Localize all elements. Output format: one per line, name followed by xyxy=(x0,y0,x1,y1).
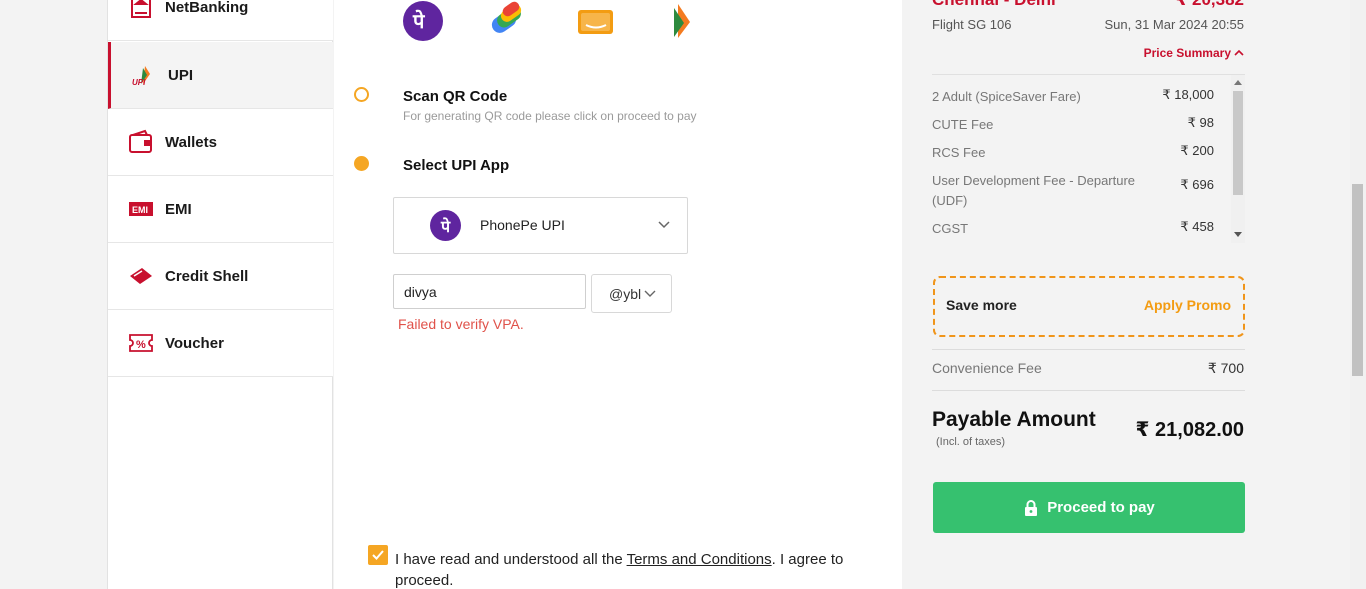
terms-prefix: I have read and understood all the xyxy=(395,551,627,568)
fare-row: CUTE Fee ₹ 98 xyxy=(932,115,1214,135)
fare-label: RCS Fee xyxy=(932,145,986,160)
svg-text:%: % xyxy=(136,339,146,351)
sidebar-item-credit-shell[interactable]: Credit Shell xyxy=(108,243,333,310)
chevron-up-icon xyxy=(1234,49,1244,56)
payable-amount-label: Payable Amount xyxy=(932,408,1096,431)
upi-handle-select[interactable]: @ybl xyxy=(591,274,672,313)
sidebar-item-label: UPI xyxy=(168,66,194,84)
payable-amount-note: (Incl. of taxes) xyxy=(936,436,1006,448)
convenience-fee-label: Convenience Fee xyxy=(932,360,1042,376)
voucher-icon: % xyxy=(128,330,154,356)
proceed-to-pay-label: Proceed to pay xyxy=(1047,499,1155,516)
fare-value: ₹ 696 xyxy=(1180,177,1214,192)
amazon-pay-icon[interactable] xyxy=(576,0,618,42)
proceed-to-pay-button[interactable]: Proceed to pay xyxy=(933,482,1245,533)
svg-text:पे: पे xyxy=(412,9,426,33)
upi-app-select[interactable]: पे PhonePe UPI xyxy=(393,197,688,254)
sidebar-item-emi[interactable]: EMI EMI xyxy=(108,176,333,243)
fare-scrollbar-thumb[interactable] xyxy=(1233,91,1243,195)
payable-amount-value: ₹ 21,082.00 xyxy=(1135,419,1244,441)
lock-icon xyxy=(1025,499,1038,516)
sidebar-item-upi[interactable]: UPI UPI xyxy=(108,42,333,109)
scan-qr-radio[interactable] xyxy=(354,87,369,102)
svg-text:UPI: UPI xyxy=(132,78,146,86)
page-scrollbar[interactable] xyxy=(1350,0,1366,589)
select-upi-app-title: Select UPI App xyxy=(403,157,510,174)
checkmark-icon xyxy=(372,550,384,560)
sidebar-item-label: NetBanking xyxy=(165,0,249,16)
fare-label: CGST xyxy=(932,221,969,236)
booking-summary: Chennai - Delhi ₹ 20,382 Flight SG 106 S… xyxy=(903,0,1350,589)
terms-link[interactable]: Terms and Conditions xyxy=(627,551,772,568)
fare-row: 2 Adult (SpiceSaver Fare) ₹ 18,000 xyxy=(932,87,1214,107)
credit-card-icon xyxy=(128,263,154,289)
trip-route: Chennai - Delhi xyxy=(932,0,1056,10)
promo-label: Save more xyxy=(946,297,1017,313)
sidebar-item-label: Credit Shell xyxy=(165,267,249,285)
phonepe-icon: पे xyxy=(430,210,461,241)
fare-label: CUTE Fee xyxy=(932,117,994,132)
bhim-icon[interactable] xyxy=(664,0,706,42)
scan-qr-title: Scan QR Code xyxy=(403,88,508,105)
divider xyxy=(932,390,1245,391)
promo-box: Save more Apply Promo xyxy=(933,276,1245,337)
fare-value: ₹ 458 xyxy=(1180,219,1214,234)
scan-qr-subtitle: For generating QR code please click on p… xyxy=(403,109,697,123)
sidebar-item-wallets[interactable]: Wallets xyxy=(108,109,333,176)
vpa-error-message: Failed to verify VPA. xyxy=(398,316,524,332)
fare-breakdown: 2 Adult (SpiceSaver Fare) ₹ 18,000 CUTE … xyxy=(932,74,1245,243)
sidebar-item-label: Voucher xyxy=(165,334,224,352)
fare-value: ₹ 200 xyxy=(1180,143,1214,158)
fare-row: RCS Fee ₹ 200 xyxy=(932,143,1214,163)
payment-page: NetBanking UPI UPI Wallets EMI EMI Credi… xyxy=(0,0,1366,589)
divider xyxy=(932,349,1245,350)
price-summary-toggle[interactable]: Price Summary xyxy=(1144,46,1244,60)
bank-icon xyxy=(128,0,154,20)
upi-app-select-value: PhonePe UPI xyxy=(480,217,565,233)
vpa-input[interactable] xyxy=(393,274,586,309)
sidebar-item-label: Wallets xyxy=(165,133,217,151)
trip-price: ₹ 20,382 xyxy=(1175,0,1244,10)
sidebar-item-voucher[interactable]: % Voucher xyxy=(108,310,333,377)
emi-icon: EMI xyxy=(128,196,154,222)
flight-datetime: Sun, 31 Mar 2024 20:55 xyxy=(1104,17,1245,32)
convenience-fee-value: ₹ 700 xyxy=(1207,360,1244,376)
svg-text:EMI: EMI xyxy=(132,205,148,215)
google-pay-icon[interactable] xyxy=(488,0,530,42)
flight-number: Flight SG 106 xyxy=(932,17,1012,32)
fare-label: User Development Fee - Departure (UDF) xyxy=(932,173,1136,208)
select-upi-app-radio[interactable] xyxy=(354,156,369,171)
chevron-down-icon xyxy=(644,290,656,297)
phonepe-icon[interactable]: पे xyxy=(402,0,444,42)
payment-methods-sidebar: NetBanking UPI UPI Wallets EMI EMI Credi… xyxy=(107,0,333,589)
scroll-down-arrow[interactable] xyxy=(1234,232,1242,237)
terms-text: I have read and understood all the Terms… xyxy=(395,549,885,589)
chevron-down-icon xyxy=(658,221,670,229)
fare-row: User Development Fee - Departure (UDF) ₹… xyxy=(932,171,1214,211)
wallet-icon xyxy=(128,129,154,155)
price-summary-label: Price Summary xyxy=(1143,46,1231,60)
fare-value: ₹ 98 xyxy=(1187,115,1214,130)
sidebar-item-label: EMI xyxy=(165,200,192,218)
fare-label: 2 Adult (SpiceSaver Fare) xyxy=(932,89,1081,104)
upi-icon: UPI xyxy=(131,62,157,88)
fare-row: CGST ₹ 458 xyxy=(932,219,1214,239)
apply-promo-button[interactable]: Apply Promo xyxy=(1144,297,1231,313)
sidebar-item-netbanking[interactable]: NetBanking xyxy=(108,0,333,41)
fare-scrollbar[interactable] xyxy=(1231,75,1245,243)
scroll-up-arrow[interactable] xyxy=(1234,80,1242,85)
terms-checkbox[interactable] xyxy=(368,545,388,565)
upi-handle-value: @ybl xyxy=(609,286,642,302)
page-scrollbar-thumb[interactable] xyxy=(1352,184,1363,376)
fare-value: ₹ 18,000 xyxy=(1162,87,1214,102)
upi-panel: पे Scan QR Code For generating QR code p… xyxy=(334,0,902,589)
